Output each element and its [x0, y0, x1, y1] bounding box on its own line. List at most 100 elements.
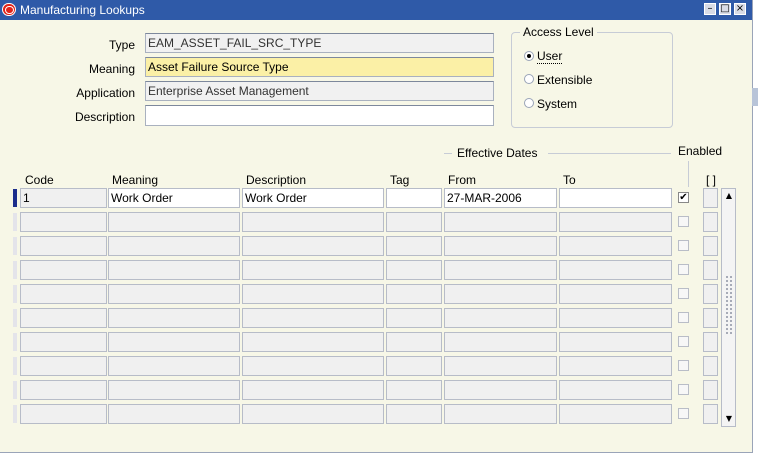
- cell-description[interactable]: [242, 404, 384, 424]
- cell-code[interactable]: [20, 308, 107, 328]
- dff-cell[interactable]: [703, 212, 718, 232]
- dff-cell[interactable]: [703, 380, 718, 400]
- dff-cell[interactable]: [703, 308, 718, 328]
- cell-from[interactable]: [444, 404, 557, 424]
- cell-tag[interactable]: [386, 212, 442, 232]
- cell-meaning[interactable]: [108, 308, 240, 328]
- record-indicator[interactable]: [13, 285, 17, 303]
- cell-meaning[interactable]: [108, 404, 240, 424]
- cell-from[interactable]: 27-MAR-2006: [444, 188, 557, 208]
- enabled-checkbox[interactable]: [678, 312, 689, 323]
- record-indicator[interactable]: [13, 357, 17, 375]
- meaning-field[interactable]: Asset Failure Source Type: [145, 57, 494, 77]
- type-field[interactable]: EAM_ASSET_FAIL_SRC_TYPE: [145, 33, 494, 53]
- cell-from[interactable]: [444, 332, 557, 352]
- dff-cell[interactable]: [703, 236, 718, 256]
- cell-to[interactable]: [559, 404, 672, 424]
- cell-description[interactable]: Work Order: [242, 188, 384, 208]
- record-indicator[interactable]: [13, 189, 17, 207]
- cell-meaning[interactable]: [108, 236, 240, 256]
- dff-cell[interactable]: [703, 404, 718, 424]
- cell-from[interactable]: [444, 212, 557, 232]
- cell-code[interactable]: [20, 260, 107, 280]
- cell-meaning[interactable]: [108, 380, 240, 400]
- cell-code[interactable]: [20, 356, 107, 376]
- cell-tag[interactable]: [386, 332, 442, 352]
- cell-to[interactable]: [559, 284, 672, 304]
- application-field[interactable]: Enterprise Asset Management: [145, 81, 494, 101]
- dff-cell[interactable]: [703, 284, 718, 304]
- cell-from[interactable]: [444, 260, 557, 280]
- cell-tag[interactable]: [386, 284, 442, 304]
- maximize-icon[interactable]: □: [719, 3, 731, 15]
- close-icon[interactable]: ×: [734, 3, 746, 15]
- cell-tag[interactable]: [386, 236, 442, 256]
- cell-from[interactable]: [444, 356, 557, 376]
- cell-description[interactable]: [242, 332, 384, 352]
- record-indicator[interactable]: [13, 405, 17, 423]
- cell-tag[interactable]: [386, 308, 442, 328]
- cell-code[interactable]: [20, 212, 107, 232]
- dff-header[interactable]: [ ]: [706, 173, 716, 187]
- cell-to[interactable]: [559, 308, 672, 328]
- cell-meaning[interactable]: [108, 212, 240, 232]
- dff-cell[interactable]: [703, 260, 718, 280]
- dff-cell[interactable]: [703, 356, 718, 376]
- enabled-checkbox[interactable]: [678, 288, 689, 299]
- cell-description[interactable]: [242, 236, 384, 256]
- enabled-checkbox[interactable]: [678, 264, 689, 275]
- title-bar[interactable]: Manufacturing Lookups – □ ×: [0, 0, 752, 20]
- cell-code[interactable]: 1: [20, 188, 107, 208]
- enabled-checkbox[interactable]: [678, 240, 689, 251]
- cell-description[interactable]: [242, 356, 384, 376]
- enabled-checkbox[interactable]: [678, 384, 689, 395]
- cell-to[interactable]: [559, 380, 672, 400]
- enabled-checkbox[interactable]: ✔: [678, 192, 689, 203]
- cell-meaning[interactable]: [108, 356, 240, 376]
- cell-description[interactable]: [242, 212, 384, 232]
- enabled-checkbox[interactable]: [678, 336, 689, 347]
- cell-description[interactable]: [242, 260, 384, 280]
- cell-code[interactable]: [20, 332, 107, 352]
- cell-meaning[interactable]: Work Order: [108, 188, 240, 208]
- cell-meaning[interactable]: [108, 260, 240, 280]
- dff-cell[interactable]: [703, 332, 718, 352]
- cell-to[interactable]: [559, 188, 672, 208]
- cell-tag[interactable]: [386, 260, 442, 280]
- enabled-checkbox[interactable]: [678, 216, 689, 227]
- cell-code[interactable]: [20, 284, 107, 304]
- cell-code[interactable]: [20, 404, 107, 424]
- cell-meaning[interactable]: [108, 284, 240, 304]
- record-indicator[interactable]: [13, 309, 17, 327]
- record-indicator[interactable]: [13, 261, 17, 279]
- access-system-label[interactable]: System: [537, 97, 577, 111]
- cell-code[interactable]: [20, 380, 107, 400]
- dff-cell[interactable]: [703, 188, 718, 208]
- enabled-checkbox[interactable]: [678, 408, 689, 419]
- record-indicator[interactable]: [13, 381, 17, 399]
- cell-from[interactable]: [444, 380, 557, 400]
- cell-code[interactable]: [20, 236, 107, 256]
- minimize-icon[interactable]: –: [704, 3, 716, 15]
- record-indicator[interactable]: [13, 237, 17, 255]
- access-system-radio[interactable]: [524, 98, 534, 108]
- cell-description[interactable]: [242, 308, 384, 328]
- scroll-thumb[interactable]: [725, 275, 733, 335]
- description-field[interactable]: [145, 105, 494, 126]
- cell-to[interactable]: [559, 332, 672, 352]
- access-user-label[interactable]: User: [537, 49, 563, 64]
- table-scrollbar[interactable]: ▲ ▼: [721, 188, 736, 427]
- cell-tag[interactable]: [386, 404, 442, 424]
- cell-tag[interactable]: [386, 380, 442, 400]
- cell-description[interactable]: [242, 380, 384, 400]
- scroll-up-icon[interactable]: ▲: [724, 191, 734, 201]
- cell-description[interactable]: [242, 284, 384, 304]
- enabled-checkbox[interactable]: [678, 360, 689, 371]
- cell-tag[interactable]: [386, 356, 442, 376]
- cell-tag[interactable]: [386, 188, 442, 208]
- access-user-radio[interactable]: [524, 51, 534, 61]
- cell-meaning[interactable]: [108, 332, 240, 352]
- access-extensible-label[interactable]: Extensible: [537, 73, 592, 87]
- cell-from[interactable]: [444, 236, 557, 256]
- record-indicator[interactable]: [13, 333, 17, 351]
